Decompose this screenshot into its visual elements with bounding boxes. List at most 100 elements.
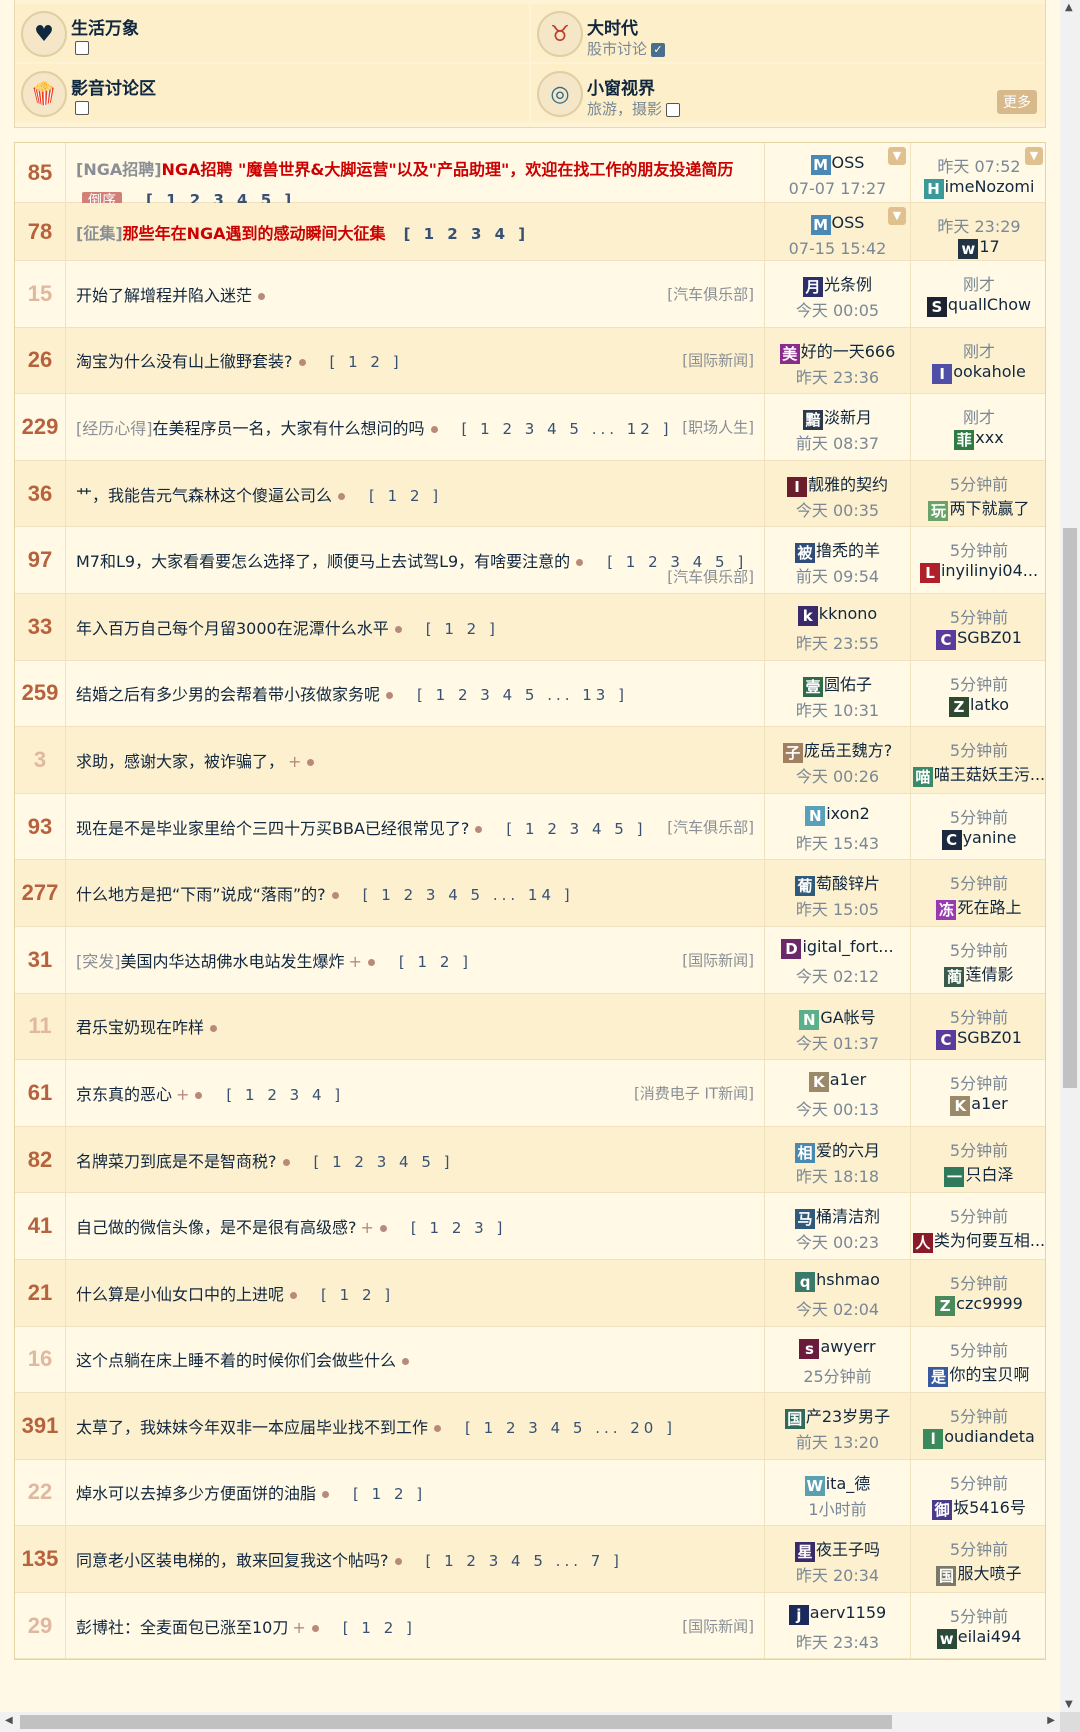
author-name-rest[interactable]: hshmao — [816, 1270, 880, 1289]
last-user-rest[interactable]: oudiandeta — [944, 1427, 1035, 1446]
topic-title[interactable]: 自己做的微信头像，是不是很有高级感? + [ 1 2 3 ] — [76, 1214, 506, 1238]
topic-title[interactable]: 名牌菜刀到底是不是智商税? [ 1 2 3 4 5 ] — [76, 1148, 454, 1172]
author-name-rest[interactable]: 圆佑子 — [824, 675, 872, 694]
author-name-rest[interactable]: kknono — [819, 604, 877, 623]
page-links[interactable]: [ 1 2 ] — [343, 1619, 416, 1637]
last-user-rest[interactable]: czc9999 — [956, 1294, 1023, 1313]
author-name[interactable]: Nixon2 — [765, 804, 910, 826]
last-reply-user[interactable]: 御坂5416号 — [911, 1494, 1047, 1520]
topic-title[interactable]: 求助，感谢大家，被诈骗了， + — [76, 748, 320, 772]
author-name[interactable]: 壹圆佑子 — [765, 671, 910, 697]
topic-title[interactable]: 什么地方是把“下雨”说成“落雨”的? [ 1 2 3 4 5 ... 14 ] — [76, 881, 574, 905]
topic-title[interactable]: 这个点躺在床上睡不着的时候你们会做些什么 — [76, 1347, 415, 1371]
topic-title[interactable]: 君乐宝奶现在咋样 — [76, 1014, 223, 1038]
last-user-rest[interactable]: 17 — [979, 237, 999, 256]
topic-title[interactable]: [突发]美国内华达胡佛水电站发生爆炸 + [ 1 2 ] — [76, 948, 472, 972]
page-links[interactable]: [ 1 2 3 4 5 ] — [314, 1153, 454, 1171]
subscribe-checkbox[interactable]: ✓ — [651, 42, 666, 57]
topic-title-text[interactable]: 开始了解增程并陷入迷茫 — [76, 286, 252, 305]
forum-card-window[interactable]: ◎ 小窗视界 旅游，摄影 更多 — [531, 64, 1045, 122]
forum-card-life[interactable]: ♥ 生活万象 — [15, 4, 529, 62]
author-name[interactable]: 国产23岁男子 — [765, 1403, 910, 1430]
last-user-rest[interactable]: latko — [970, 695, 1009, 714]
topic-title[interactable]: 艹，我能告元气森林这个傻逼公司么 [ 1 2 ] — [76, 482, 442, 506]
author-name[interactable]: Digital_fort... — [765, 937, 910, 959]
last-user-rest[interactable]: 类为何要互相... — [934, 1231, 1045, 1250]
forum-link[interactable]: [国际新闻] — [682, 949, 754, 970]
author-name[interactable]: M OSS — [765, 153, 910, 175]
last-user-rest[interactable]: quallChow — [948, 295, 1031, 314]
more-button[interactable]: 更多 — [997, 90, 1037, 114]
author-name-rest[interactable]: 夜王子吗 — [816, 1540, 880, 1559]
topic-title-text[interactable]: M7和L9，大家看看要怎么选择了，顺便马上去试驾L9，有啥要注意的 — [76, 552, 570, 571]
topic-title-text[interactable]: 君乐宝奶现在咋样 — [76, 1018, 204, 1037]
topic-title[interactable]: M7和L9，大家看看要怎么选择了，顺便马上去试驾L9，有啥要注意的[ 1 2 3… — [76, 548, 743, 572]
topic-title-text[interactable]: 年入百万自己每个月留3000在泥潭什么水平 — [76, 619, 389, 638]
page-links[interactable]: [ 1 2 ] — [353, 1485, 426, 1503]
author-name[interactable]: 月光条例 — [765, 271, 910, 297]
topic-title[interactable]: 京东真的恶心 + [ 1 2 3 4 ] — [76, 1081, 344, 1105]
forum-link[interactable]: [国际新闻] — [682, 350, 754, 371]
forum-link[interactable]: [消费电子 IT新闻] — [634, 1082, 754, 1103]
topic-title[interactable]: [征集]那些年在NGA遇到的感动瞬间大征集 [ 1 2 3 4 ] — [76, 220, 529, 244]
topic-title-text[interactable]: 淘宝为什么没有山上徹野套装? — [76, 352, 293, 371]
scroll-right-icon[interactable]: ▶ — [1047, 1715, 1055, 1726]
last-reply-user[interactable]: 冻死在路上 — [911, 894, 1047, 921]
last-user-rest[interactable]: 坂5416号 — [953, 1498, 1026, 1517]
last-user-rest[interactable]: a1er — [971, 1094, 1007, 1113]
topic-title-text[interactable]: 现在是不是毕业家里给个三四十万买BBA已经很常见了? — [76, 819, 469, 838]
subscribe-checkbox[interactable] — [75, 40, 89, 55]
last-reply-user[interactable]: C SGBZ01 — [911, 1028, 1047, 1050]
page-links[interactable]: [ 1 2 3 ] — [411, 1219, 506, 1237]
last-user-rest[interactable]: 只白泽 — [965, 1165, 1013, 1184]
author-name-rest[interactable]: 光条例 — [824, 275, 872, 294]
topic-title-text[interactable]: NGA招聘 "魔兽世界&大脚运营"以及"产品助理"，欢迎在找工作的朋友投递简历 — [162, 160, 734, 179]
topic-title[interactable]: 什么算是小仙女口中的上进呢 [ 1 2 ] — [76, 1281, 394, 1305]
forum-link[interactable]: [汽车俱乐部] — [667, 566, 754, 587]
last-reply-user[interactable]: 喵喵王菇妖王污... — [911, 761, 1047, 788]
page-links[interactable]: [ 1 2 ] — [369, 487, 442, 505]
author-name[interactable]: s awyerr — [765, 1337, 910, 1359]
page-links[interactable]: [ 1 2 3 4 5 ] — [506, 820, 646, 838]
topic-title-text[interactable]: 名牌菜刀到底是不是智商税? — [76, 1152, 277, 1171]
author-name[interactable]: N GA帐号 — [765, 1004, 910, 1030]
author-name[interactable]: M OSS — [765, 213, 910, 235]
page-links[interactable]: [ 1 2 ] — [321, 1286, 394, 1304]
page-links[interactable]: [ 1 2 3 4 ] — [404, 225, 530, 243]
topic-title-text[interactable]: 焯水可以去掉多少方便面饼的油脂 — [76, 1484, 316, 1503]
author-name[interactable]: Wita_德 — [765, 1470, 910, 1496]
author-name-rest[interactable]: a1er — [830, 1070, 866, 1089]
topic-title[interactable]: 焯水可以去掉多少方便面饼的油脂 [ 1 2 ] — [76, 1480, 426, 1504]
topic-title[interactable]: 年入百万自己每个月留3000在泥潭什么水平 [ 1 2 ] — [76, 615, 499, 639]
author-name-rest[interactable]: 庞岳王魏方? — [804, 741, 893, 760]
page-links[interactable]: [ 1 2 3 4 5 ... 13 ] — [417, 686, 628, 704]
vertical-scrollbar[interactable]: ▲ ▼ — [1060, 0, 1080, 1712]
topic-title-text[interactable]: 京东真的恶心 — [76, 1085, 172, 1104]
topic-title[interactable]: 太草了，我妹妹今年双非一本应届毕业找不到工作[ 1 2 3 4 5 ... 20… — [76, 1414, 672, 1438]
topic-title-text[interactable]: 在美程序员一名，大家有什么想问的吗 — [153, 419, 425, 438]
last-reply-user[interactable]: 菲 xxx — [911, 428, 1047, 451]
page-links[interactable]: [ 1 2 3 4 5 ... 7 ] — [426, 1552, 623, 1570]
last-reply-user[interactable]: Iookahole — [911, 362, 1047, 384]
author-name-rest[interactable]: 撸秃的羊 — [816, 541, 880, 560]
author-name-rest[interactable]: 靓雅的契约 — [808, 475, 888, 494]
author-name[interactable]: k kknono — [765, 604, 910, 626]
author-name-rest[interactable]: OSS — [832, 213, 865, 232]
last-user-rest[interactable]: 两下就赢了 — [949, 499, 1029, 518]
author-name-rest[interactable]: ita_德 — [826, 1474, 871, 1493]
last-reply-user[interactable]: w eilai494 — [911, 1627, 1047, 1649]
topic-title-text[interactable]: 那些年在NGA遇到的感动瞬间大征集 — [123, 224, 386, 243]
author-name[interactable]: Ka1er — [765, 1070, 910, 1093]
author-name[interactable]: 相爱的六月 — [765, 1137, 910, 1163]
author-name-rest[interactable]: aerv1159 — [810, 1603, 886, 1622]
topic-title[interactable]: 现在是不是毕业家里给个三四十万买BBA已经很常见了?[ 1 2 3 4 5 ] — [76, 815, 642, 839]
last-user-rest[interactable]: imeNozomi — [945, 177, 1035, 196]
scrollbar-thumb[interactable] — [20, 1715, 892, 1729]
last-reply-user[interactable]: Zlatko — [911, 695, 1047, 717]
last-reply-user[interactable]: Linyilinyi04... — [911, 561, 1047, 584]
forum-link[interactable]: [汽车俱乐部] — [667, 283, 754, 304]
author-name-rest[interactable]: igital_fort... — [802, 937, 893, 956]
last-reply-user[interactable]: HimeNozomi — [911, 177, 1047, 199]
topic-title[interactable]: 彭博社：全麦面包已涨至10刀 + [ 1 2 ] — [76, 1614, 416, 1638]
last-user-rest[interactable]: 莲倩影 — [965, 965, 1013, 984]
